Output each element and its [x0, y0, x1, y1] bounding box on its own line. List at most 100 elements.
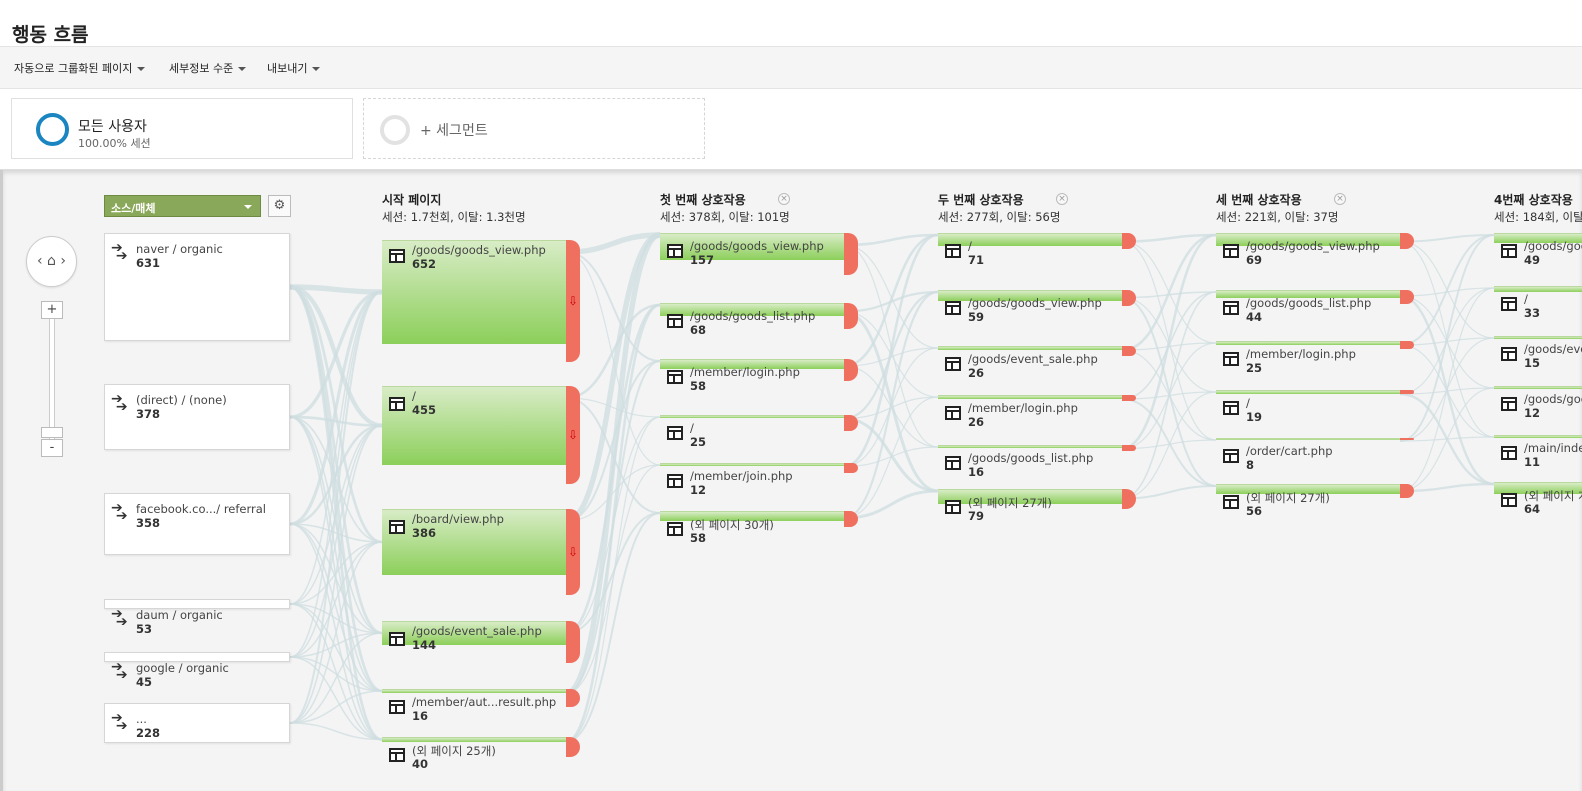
- close-icon[interactable]: ×: [1056, 193, 1068, 205]
- zoom-out-button[interactable]: -: [41, 439, 63, 457]
- dropoff-bar[interactable]: [844, 233, 858, 275]
- dropoff-bar[interactable]: [844, 359, 858, 381]
- page-node[interactable]: (외 페이지 개)64: [1494, 482, 1582, 518]
- page-node[interactable]: /member/login.php 58: [660, 359, 858, 395]
- zoom-in-button[interactable]: +: [41, 301, 63, 319]
- page-node[interactable]: /goods/goods_list.php 68: [660, 303, 858, 339]
- page-node[interactable]: /25: [660, 415, 858, 451]
- source-node[interactable]: ➔ ➔ daum / organic 53: [104, 599, 290, 636]
- add-segment-label: + 세그먼트: [420, 123, 488, 139]
- page-node[interactable]: /goods/event_sale.php15: [1494, 336, 1582, 372]
- page-node[interactable]: /goods/goods_view.php 157: [660, 233, 858, 275]
- zoom-slider-thumb[interactable]: [41, 427, 63, 438]
- gear-icon[interactable]: ⚙: [268, 195, 291, 217]
- node-bar: [1216, 341, 1400, 345]
- page-node[interactable]: /33: [1494, 286, 1582, 322]
- source-count: 228: [136, 726, 161, 740]
- segment-all-users[interactable]: 모든 사용자 100.00% 세션: [11, 98, 353, 159]
- dropoff-bar[interactable]: [1400, 341, 1414, 349]
- dropoff-arrow-icon: ⇩: [568, 428, 579, 442]
- dropoff-bar[interactable]: [1122, 395, 1136, 401]
- page-icon: [945, 406, 961, 420]
- dropoff-bar[interactable]: [1400, 233, 1414, 249]
- dropoff-bar[interactable]: [844, 303, 858, 329]
- column-title: 첫 번째 상호작용: [660, 193, 746, 207]
- add-segment-button[interactable]: + 세그먼트: [363, 98, 705, 159]
- page-node[interactable]: /member/login.php 26: [938, 395, 1136, 431]
- zoom-slider-track[interactable]: [49, 313, 55, 445]
- detail-level-dropdown[interactable]: 세부정보 수준: [169, 60, 247, 76]
- page-label: /: [1246, 396, 1250, 410]
- page-node[interactable]: /goods/goods_view.php49: [1494, 233, 1582, 269]
- page-icon: [389, 397, 405, 411]
- dropoff-bar[interactable]: [566, 737, 580, 757]
- page-node[interactable]: /main/index.php11: [1494, 435, 1582, 471]
- home-pan-icon[interactable]: ‹ ⌂ ›: [26, 236, 77, 287]
- node-bar: [938, 233, 1122, 246]
- flow-canvas[interactable]: 소스/매체 ⚙ ‹ ⌂ › + - ➔ ➔ naver / organic 631 ➔…: [0, 170, 1582, 791]
- dropoff-bar[interactable]: [1122, 445, 1136, 451]
- page-icon: [1223, 352, 1239, 366]
- page-node[interactable]: (외 페이지 30개) 58: [660, 511, 858, 547]
- source-node[interactable]: ➔ ➔... 228: [104, 703, 290, 743]
- close-icon[interactable]: ×: [1334, 193, 1346, 205]
- page-node[interactable]: /71: [938, 233, 1136, 269]
- page-icon: [945, 456, 961, 470]
- source-arrow-icon: ➔ ➔: [111, 606, 128, 630]
- dropoff-bar[interactable]: [844, 511, 858, 527]
- dropoff-bar[interactable]: [1400, 290, 1414, 304]
- chevron-down-icon: [244, 205, 252, 209]
- dropoff-bar[interactable]: [844, 463, 858, 473]
- page-node[interactable]: /goods/goods_list.php12: [1494, 386, 1582, 422]
- source-node[interactable]: ➔ ➔ facebook.co.../ referral 358: [104, 493, 290, 555]
- source-node[interactable]: ➔ ➔ (direct) / (none) 378: [104, 384, 290, 450]
- close-icon[interactable]: ×: [778, 193, 790, 205]
- node-bar: [382, 737, 566, 742]
- page-node[interactable]: ⇩ /board/view.php 386: [382, 509, 580, 595]
- node-bar: [1494, 386, 1582, 389]
- dropoff-bar[interactable]: [1122, 290, 1136, 306]
- page-node[interactable]: /goods/goods_list.php 16: [938, 445, 1136, 481]
- page-count: 49: [1524, 253, 1541, 267]
- grouping-dropdown[interactable]: 자동으로 그룹화된 페이지: [14, 60, 146, 76]
- page-count: 652: [412, 257, 437, 271]
- page-node[interactable]: /goods/goods_view.php 59: [938, 290, 1136, 326]
- page-node[interactable]: /member/join.php 12: [660, 463, 858, 499]
- flow-link: [289, 290, 383, 419]
- page-node[interactable]: ⇩ /goods/goods_view.php 652: [382, 240, 580, 362]
- page-node[interactable]: /goods/goods_view.php 69: [1216, 233, 1414, 269]
- page-label: /goods/event_sale.php: [968, 352, 1098, 366]
- dropoff-bar[interactable]: [1122, 489, 1136, 509]
- dropoff-bar[interactable]: [1400, 484, 1414, 498]
- dropoff-bar[interactable]: [566, 621, 580, 663]
- page-node[interactable]: (외 페이지 25개) 40: [382, 737, 580, 773]
- dropoff-bar[interactable]: [844, 415, 858, 431]
- page-node[interactable]: ⇩ /455: [382, 386, 580, 484]
- page-label: /member/join.php: [690, 469, 793, 483]
- page-node[interactable]: /member/aut...result.php 16: [382, 689, 580, 725]
- dropoff-bar[interactable]: [566, 689, 580, 707]
- page-node[interactable]: /member/login.php 25: [1216, 341, 1414, 377]
- page-node[interactable]: /19: [1216, 390, 1414, 426]
- dimension-select[interactable]: 소스/매체: [104, 195, 261, 217]
- page-node[interactable]: /order/cart.php 8: [1216, 438, 1414, 474]
- source-node[interactable]: ➔ ➔ google / organic 45: [104, 652, 290, 689]
- page-node[interactable]: /goods/event_sale.php 26: [938, 346, 1136, 382]
- dropoff-bar[interactable]: [1122, 346, 1136, 356]
- source-label: (direct) / (none): [136, 393, 227, 407]
- page-count: 25: [690, 435, 707, 449]
- source-count: 358: [136, 516, 161, 530]
- dropoff-bar[interactable]: [1400, 438, 1414, 440]
- dropoff-bar[interactable]: [1400, 390, 1414, 394]
- column-summary: 세션: 1.7천회, 이탈: 1.3천명: [382, 210, 526, 224]
- page-node[interactable]: /goods/event_sale.php 144: [382, 621, 580, 663]
- page-icon: [1223, 301, 1239, 315]
- page-node[interactable]: /goods/goods_list.php 44: [1216, 290, 1414, 326]
- column-summary: 세션: 184회, 이탈: 0: [1494, 210, 1582, 224]
- page-node[interactable]: (외 페이지 27개) 79: [938, 489, 1136, 525]
- dropoff-bar[interactable]: [1122, 233, 1136, 249]
- detail-label: 세부정보 수준: [169, 62, 234, 75]
- source-node[interactable]: ➔ ➔ naver / organic 631: [104, 233, 290, 341]
- page-node[interactable]: (외 페이지 27개) 56: [1216, 484, 1414, 520]
- export-dropdown[interactable]: 내보내기: [267, 60, 321, 76]
